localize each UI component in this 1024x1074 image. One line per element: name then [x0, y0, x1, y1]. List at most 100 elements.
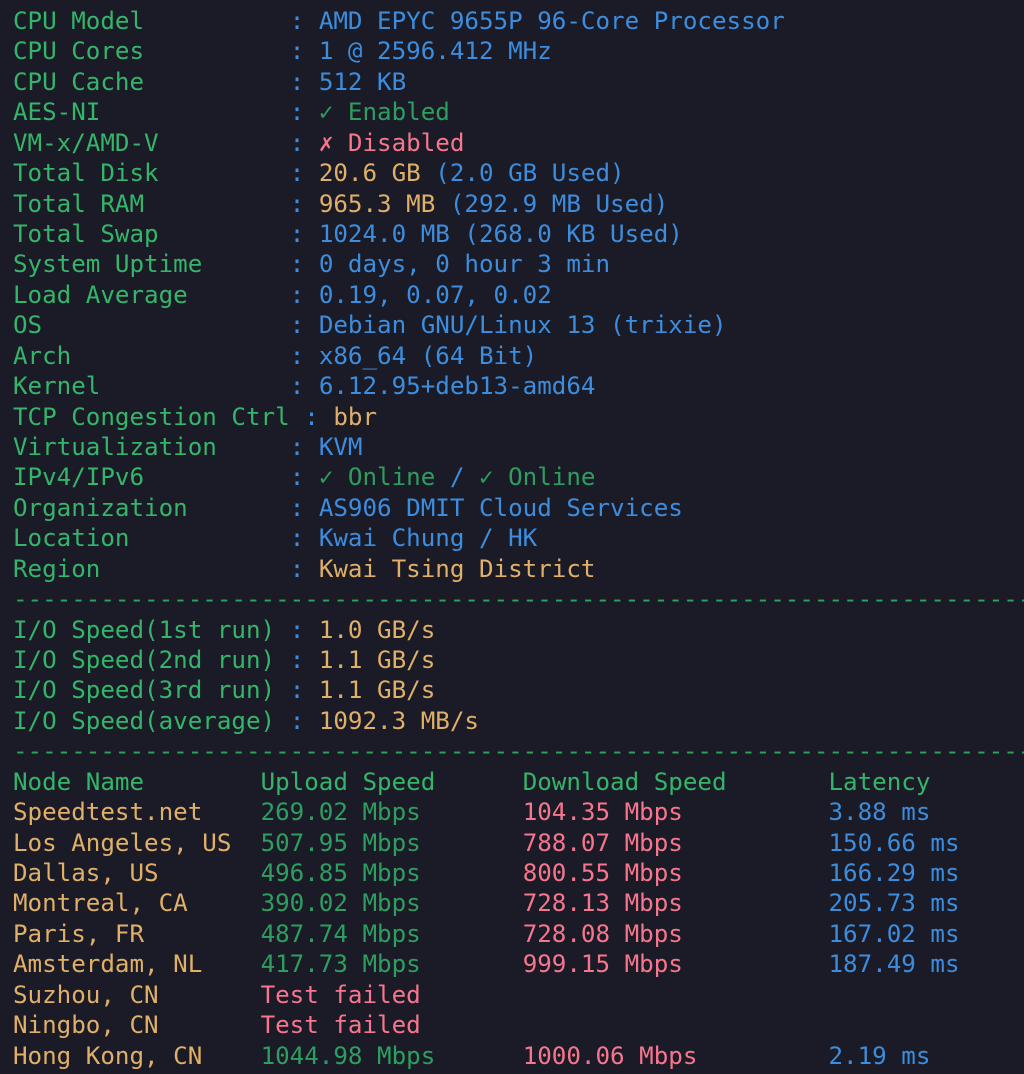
info-label: Arch	[13, 341, 72, 370]
info-value: Kwai Tsing District	[318, 554, 596, 583]
upload-speed: 390.02 Mbps	[260, 889, 421, 918]
speed-row-los-angeles-us: Los Angeles, US 507.95 Mbps 788.07 Mbps …	[13, 828, 960, 858]
info-row-system-uptime: System Uptime : 0 days, 0 hour 3 min	[13, 249, 610, 279]
latency-value: 150.66 ms	[828, 828, 960, 857]
io-label: I/O Speed(2nd run)	[13, 646, 276, 675]
info-separator: :	[289, 67, 305, 96]
info-label: Kernel	[13, 372, 101, 401]
info-value: 965.3 MB	[318, 189, 436, 218]
io-label: I/O Speed(3rd run)	[13, 676, 276, 705]
info-row-organization: Organization : AS906 DMIT Cloud Services	[13, 493, 683, 523]
info-label: Load Average	[13, 280, 188, 309]
info-row-total-ram: Total RAM : 965.3 MB (292.9 MB Used)	[13, 189, 668, 219]
info-row-total-swap: Total Swap : 1024.0 MB (268.0 KB Used)	[13, 219, 683, 249]
header-download-speed: Download Speed	[522, 767, 727, 796]
upload-speed: 496.85 Mbps	[260, 859, 421, 888]
info-value: Debian GNU/Linux 13 (trixie)	[318, 311, 727, 340]
info-label: CPU Cores	[13, 37, 145, 66]
info-separator: :	[289, 433, 305, 462]
node-name: Los Angeles, US	[13, 828, 232, 857]
io-row: I/O Speed(average) : 1092.3 MB/s	[13, 706, 479, 736]
speed-row-montreal-ca: Montreal, CA 390.02 Mbps 728.13 Mbps 205…	[13, 888, 960, 918]
info-separator: :	[289, 220, 305, 248]
io-value: 1.1 GB/s	[318, 676, 436, 705]
info-value: 512 KB	[318, 67, 407, 96]
info-separator: :	[289, 341, 305, 370]
info-row-kernel: Kernel : 6.12.95+deb13-amd64	[13, 371, 596, 401]
divider-dashes: ----------------------------------------…	[13, 737, 1024, 766]
info-row-cpu-model: CPU Model : AMD EPYC 9655P 96-Core Proce…	[13, 6, 785, 36]
info-value: 0.19, 0.07, 0.02	[318, 280, 552, 309]
download-speed: 788.07 Mbps	[522, 828, 683, 857]
upload-speed: 269.02 Mbps	[260, 798, 421, 827]
node-name: Amsterdam, NL	[13, 950, 203, 979]
io-separator: :	[289, 646, 305, 675]
upload-speed: 507.95 Mbps	[260, 828, 421, 857]
speed-row-paris-fr: Paris, FR 487.74 Mbps 728.08 Mbps 167.02…	[13, 919, 960, 949]
info-value-extra: ✓ Online	[479, 463, 596, 492]
info-label: Region	[13, 554, 101, 583]
info-label: IPv4/IPv6	[13, 463, 145, 492]
info-separator: :	[289, 7, 305, 35]
info-label: CPU Cache	[13, 67, 145, 96]
node-name: Ningbo, CN	[13, 1011, 159, 1040]
info-separator: :	[289, 189, 305, 218]
info-label: Total Disk	[13, 159, 159, 188]
info-separator: :	[289, 280, 305, 309]
info-separator: :	[304, 402, 319, 431]
latency-value: 166.29 ms	[828, 859, 960, 888]
node-name: Suzhou, CN	[13, 980, 159, 1009]
info-row-ipv4-ipv6: IPv4/IPv6 : ✓ Online / ✓ Online	[13, 462, 596, 492]
node-name: Montreal, CA	[13, 889, 188, 918]
info-label: System Uptime	[13, 250, 203, 279]
section-divider: ----------------------------------------…	[13, 736, 1024, 766]
info-value: bbr	[333, 402, 378, 431]
io-label: I/O Speed(average)	[13, 706, 276, 735]
info-row-aes-ni: AES-NI : ✓ Enabled	[13, 97, 450, 127]
info-row-location: Location : Kwai Chung / HK	[13, 523, 537, 553]
info-value-extra: /	[435, 463, 479, 492]
info-separator: :	[289, 463, 305, 492]
download-speed: 1000.06 Mbps	[522, 1041, 698, 1070]
node-name: Dallas, US	[13, 859, 159, 888]
info-label: AES-NI	[13, 98, 101, 127]
speed-row-ningbo-cn: Ningbo, CN Test failed	[13, 1010, 421, 1040]
speed-row-suzhou-cn: Suzhou, CN Test failed	[13, 980, 421, 1010]
info-row-load-average: Load Average : 0.19, 0.07, 0.02	[13, 280, 552, 310]
download-speed: 728.08 Mbps	[522, 919, 683, 948]
divider-dashes: ----------------------------------------…	[13, 585, 1024, 614]
io-separator: :	[289, 706, 305, 735]
latency-value: 3.88 ms	[828, 798, 931, 827]
info-separator: :	[289, 250, 305, 279]
download-speed: 800.55 Mbps	[522, 859, 683, 888]
info-label: Organization	[13, 493, 188, 522]
info-label: CPU Model	[13, 7, 145, 35]
info-value: AS906 DMIT Cloud Services	[318, 493, 683, 522]
info-label: Total RAM	[13, 189, 145, 218]
info-separator: :	[289, 311, 305, 340]
info-row-cpu-cores: CPU Cores : 1 @ 2596.412 MHz	[13, 36, 552, 66]
io-value: 1.0 GB/s	[318, 615, 436, 644]
latency-value: 167.02 ms	[828, 919, 960, 948]
info-row-virtualization: Virtualization : KVM	[13, 432, 363, 462]
info-row-total-disk: Total Disk : 20.6 GB (2.0 GB Used)	[13, 158, 625, 188]
info-value: AMD EPYC 9655P 96-Core Processor	[318, 7, 785, 35]
info-value: KVM	[318, 433, 363, 462]
info-label: Total Swap	[13, 220, 159, 248]
io-row: I/O Speed(1st run) : 1.0 GB/s	[13, 615, 435, 645]
upload-speed: 487.74 Mbps	[260, 919, 421, 948]
info-value: 1024.0 MB (268.0 KB Used)	[318, 220, 683, 248]
io-label: I/O Speed(1st run)	[13, 615, 276, 644]
upload-speed: 1044.98 Mbps	[260, 1041, 436, 1070]
info-value: Kwai Chung / HK	[318, 524, 538, 553]
info-row-os: OS : Debian GNU/Linux 13 (trixie)	[13, 310, 727, 340]
info-label: OS	[13, 311, 43, 340]
info-value: 20.6 GB	[318, 159, 421, 188]
info-separator: :	[289, 372, 305, 401]
header-upload-speed: Upload Speed	[260, 767, 436, 796]
info-separator: :	[289, 493, 305, 522]
test-failed: Test failed	[260, 980, 421, 1009]
speed-row-dallas-us: Dallas, US 496.85 Mbps 800.55 Mbps 166.2…	[13, 858, 960, 888]
download-speed: 999.15 Mbps	[522, 950, 683, 979]
io-row: I/O Speed(2nd run) : 1.1 GB/s	[13, 645, 435, 675]
